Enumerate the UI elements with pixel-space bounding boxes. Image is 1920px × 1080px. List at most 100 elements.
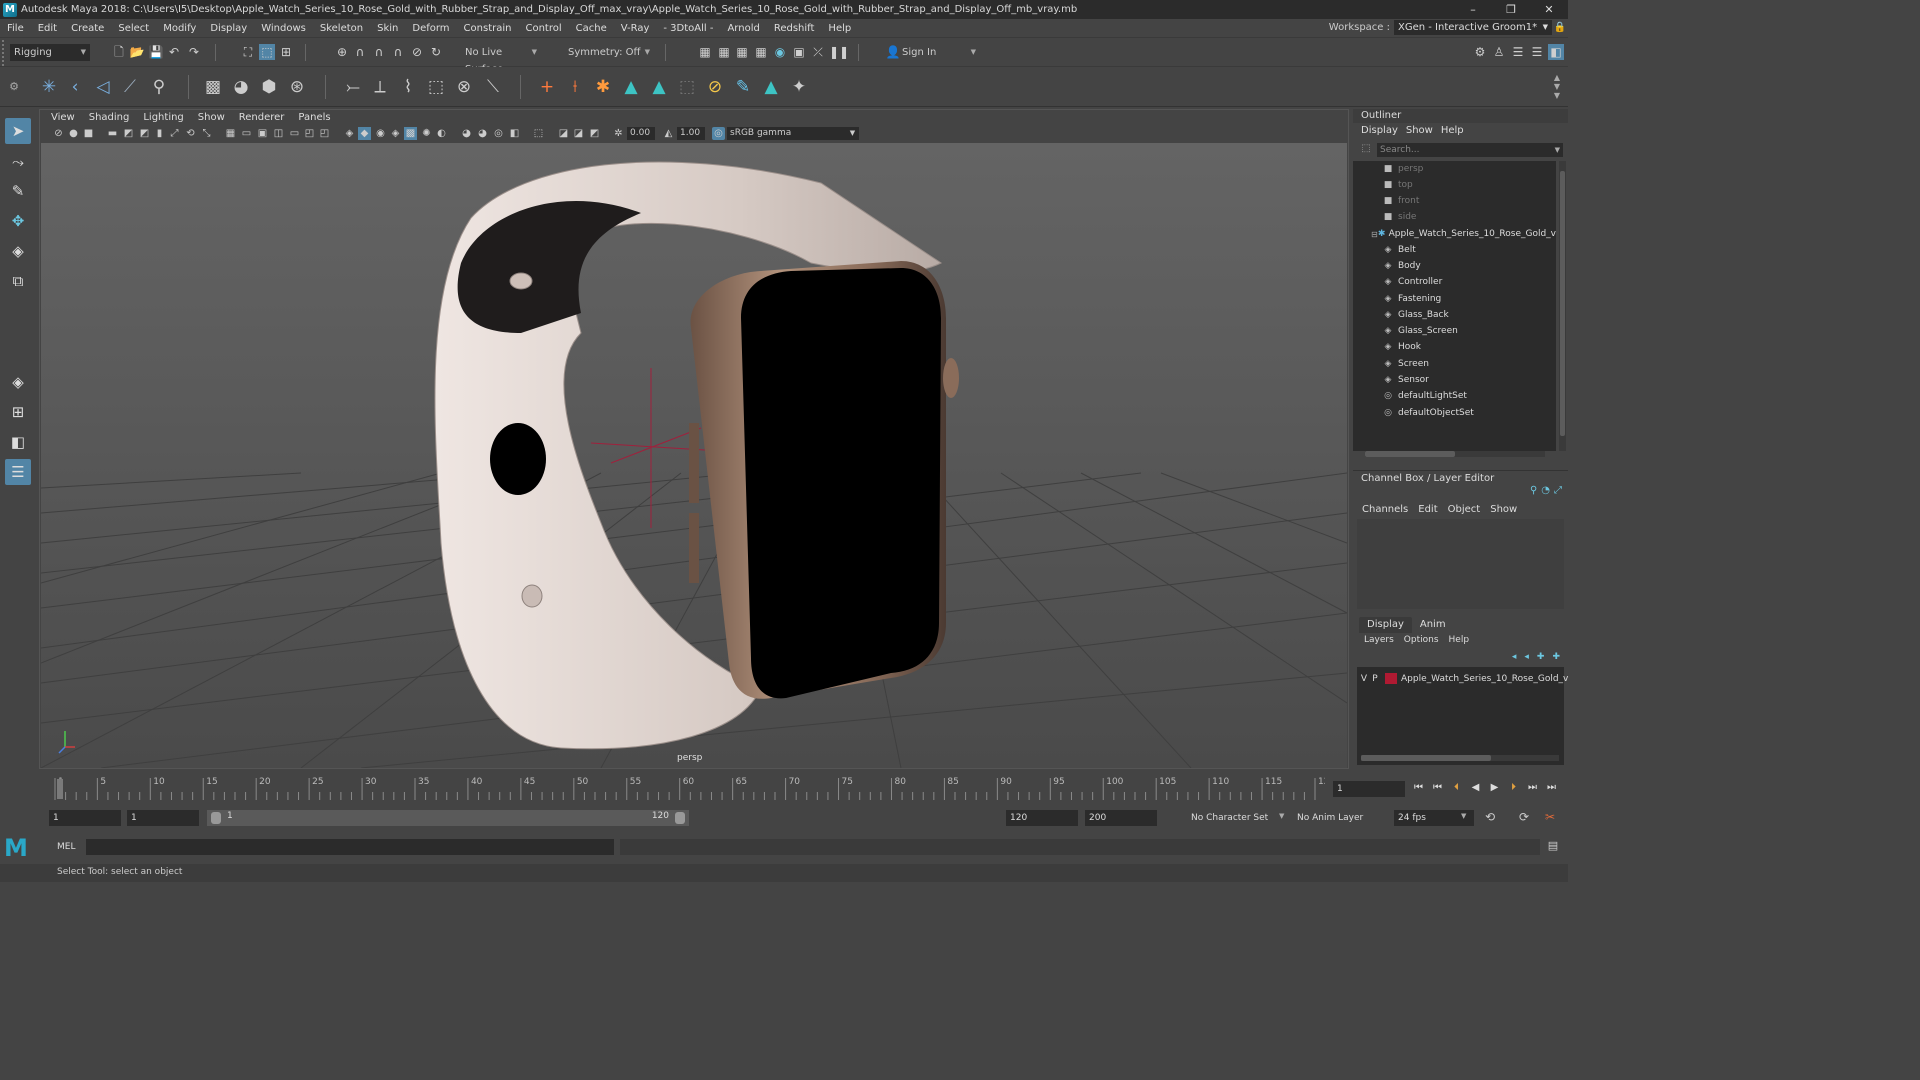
layer-color-swatch[interactable]	[1385, 673, 1397, 684]
gamma-input[interactable]: 1.00	[677, 127, 705, 140]
channel-box-attr-icon[interactable]: ⚲	[1530, 485, 1537, 496]
playback-end-input[interactable]: 120	[1006, 810, 1078, 826]
play-forward-icon[interactable]: ▶	[1486, 780, 1503, 796]
snap-curve-icon[interactable]: ∩	[352, 44, 368, 60]
viewport-menu-view[interactable]: View	[44, 112, 82, 123]
scale-constraint-icon[interactable]: ▲	[758, 73, 784, 101]
step-forward-key-icon[interactable]: ⏭	[1524, 780, 1541, 796]
outliner-item-default-object-set[interactable]: ◎ defaultObjectSet	[1353, 405, 1556, 421]
anti-aliasing-icon[interactable]: ◎	[492, 127, 505, 140]
channel-box-toggle-icon[interactable]: ⤢	[1554, 485, 1562, 496]
outliner-item-body[interactable]: ◈ Body	[1353, 258, 1556, 274]
loop-icon[interactable]: ⟲	[1485, 810, 1495, 824]
tab-anim[interactable]: Anim	[1412, 617, 1454, 633]
outliner-item-screen[interactable]: ◈ Screen	[1353, 356, 1556, 372]
blend-shape-icon[interactable]: ⬚	[423, 73, 449, 101]
layer-playback-toggle[interactable]: P	[1369, 674, 1381, 684]
cluster-icon[interactable]: ⤚	[340, 73, 366, 101]
step-forward-frame-icon[interactable]: ⏵	[1505, 780, 1522, 796]
outliner-item-controller[interactable]: ◈ Controller	[1353, 274, 1556, 290]
menu-skin[interactable]: Skin	[370, 23, 405, 34]
snap-vertex-icon[interactable]: ↻	[428, 44, 444, 60]
current-frame-marker[interactable]	[57, 779, 63, 799]
depth-of-field-icon[interactable]: ◧	[508, 127, 521, 140]
viewport-menu-lighting[interactable]: Lighting	[136, 112, 190, 123]
grid-toggle-icon[interactable]: ▮	[153, 127, 166, 140]
range-end-handle[interactable]	[675, 812, 685, 824]
range-start-handle[interactable]	[211, 812, 221, 824]
ik-handle-icon[interactable]: ‹	[62, 73, 88, 101]
field-chart-icon[interactable]: ◫	[272, 127, 285, 140]
menu-vray[interactable]: V-Ray	[614, 23, 657, 34]
layer-row[interactable]: V P Apple_Watch_Series_10_Rose_Gold_v	[1359, 673, 1568, 684]
single-perspective-layout-icon[interactable]: ◈	[5, 369, 31, 395]
grease-pencil-icon[interactable]: ◩	[138, 127, 151, 140]
sculpt-deformer-icon[interactable]: ⟍	[480, 73, 506, 101]
menu-windows[interactable]: Windows	[254, 23, 313, 34]
outliner-item-fastening[interactable]: ◈ Fastening	[1353, 291, 1556, 307]
xray-icon[interactable]: ◪	[557, 127, 570, 140]
paint-select-tool-icon[interactable]: ✎	[5, 178, 31, 204]
snap-surface-icon[interactable]: ⊘	[409, 44, 425, 60]
viewport-menu-show[interactable]: Show	[191, 112, 232, 123]
outliner-item-default-light-set[interactable]: ◎ defaultLightSet	[1353, 388, 1556, 404]
isolate-view-icon[interactable]: ⬚	[532, 127, 545, 140]
pin-tool-icon[interactable]: ✦	[786, 73, 812, 101]
tab-display[interactable]: Display	[1359, 617, 1412, 633]
menu-skeleton[interactable]: Skeleton	[313, 23, 370, 34]
motion-blur-icon[interactable]: ◕	[476, 127, 489, 140]
workspace-dropdown[interactable]: XGen - Interactive Groom1*	[1394, 20, 1552, 35]
2d-overlay-icon[interactable]: ▭	[288, 127, 301, 140]
undo-icon[interactable]: ↶	[166, 44, 182, 60]
outliner-horizontal-scrollbar[interactable]	[1365, 451, 1545, 457]
four-view-layout-icon[interactable]: ⊞	[5, 399, 31, 425]
menu-constrain[interactable]: Constrain	[457, 23, 519, 34]
rotate-tool-icon[interactable]: ◈	[5, 238, 31, 264]
channel-box-menu-object[interactable]: Object	[1443, 504, 1486, 515]
xray-active-components-icon[interactable]: ◪	[572, 127, 585, 140]
outliner-item-hook[interactable]: ◈ Hook	[1353, 339, 1556, 355]
xray-joints-icon[interactable]: ◰	[318, 127, 331, 140]
wireframe-icon[interactable]: ◈	[343, 127, 356, 140]
snap-view-icon[interactable]: ∩	[390, 44, 406, 60]
isolate-select-icon[interactable]: ◰	[303, 127, 316, 140]
paint-weights-icon[interactable]: ◕	[228, 73, 254, 101]
layer-menu-options[interactable]: Options	[1399, 635, 1444, 645]
play-backward-icon[interactable]: ◀	[1467, 780, 1484, 796]
playback-start-input[interactable]: 1	[127, 810, 199, 826]
menu-edit[interactable]: Edit	[31, 23, 64, 34]
textured-icon[interactable]: ▩	[404, 127, 417, 140]
live-surface-dropdown[interactable]: No Live Surface	[461, 44, 541, 75]
wrap-deformer-icon[interactable]: ⊗	[451, 73, 477, 101]
move-layer-up-icon[interactable]: ◂	[1512, 652, 1517, 662]
close-button[interactable]: ✕	[1530, 0, 1568, 19]
go-to-end-icon[interactable]: ⏭	[1543, 780, 1560, 796]
outliner-item-sensor[interactable]: ◈ Sensor	[1353, 372, 1556, 388]
render-view-icon[interactable]: ▦	[697, 44, 713, 60]
quick-rig-icon[interactable]: ⚲	[146, 73, 172, 101]
film-gate-icon[interactable]: ⤢	[168, 127, 181, 140]
layer-scrollbar[interactable]	[1361, 755, 1559, 761]
outliner-menu-show[interactable]: Show	[1402, 125, 1437, 136]
status-line-grip-icon[interactable]	[2, 40, 10, 66]
menu-control[interactable]: Control	[518, 23, 568, 34]
outliner-menu-help[interactable]: Help	[1437, 125, 1468, 136]
character-set-dropdown[interactable]: No Character Set	[1187, 810, 1285, 826]
persp-outliner-layout-icon[interactable]: ◧	[5, 429, 31, 455]
menu-3dtoall[interactable]: - 3DtoAll -	[656, 23, 720, 34]
layer-menu-layers[interactable]: Layers	[1359, 635, 1399, 645]
menu-set-dropdown[interactable]: Rigging	[10, 44, 90, 61]
menu-file[interactable]: File	[0, 23, 31, 34]
gamma-icon[interactable]: ◭	[662, 127, 675, 140]
go-to-start-icon[interactable]: ⏮	[1410, 780, 1427, 796]
parent-constraint-icon[interactable]: ▲	[618, 73, 644, 101]
character-controls-icon[interactable]: ♙	[1491, 44, 1507, 60]
chevron-down-icon[interactable]: ▼	[1461, 812, 1466, 820]
orient-constraint-icon[interactable]: ✱	[590, 73, 616, 101]
outliner-menu-display[interactable]: Display	[1357, 125, 1402, 136]
select-object-icon[interactable]: ⬚	[259, 44, 275, 60]
script-editor-icon[interactable]: ▤	[1546, 839, 1560, 855]
shadows-icon[interactable]: ◐	[435, 127, 448, 140]
color-management-icon[interactable]: ◎	[712, 127, 725, 140]
aim-constraint-icon[interactable]: ⟊	[562, 73, 588, 101]
